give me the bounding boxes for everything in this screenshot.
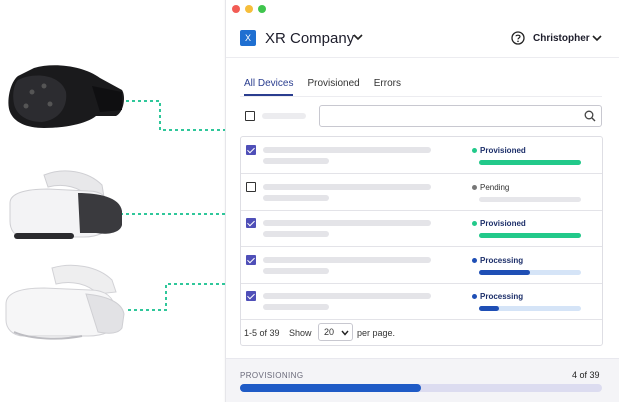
provisioning-label: PROVISIONING: [240, 371, 304, 380]
provisioning-count: 4 of 39: [572, 370, 600, 380]
device-tabs: All Devices Provisioned Errors: [244, 78, 415, 96]
status-label: Pending: [480, 183, 510, 192]
status-progress-track: [479, 306, 581, 311]
company-chevron-down-icon[interactable]: [353, 33, 363, 41]
row-checkbox[interactable]: [246, 255, 256, 265]
devices-table: Provisioned Pending Provisioned Processing P…: [240, 136, 603, 346]
status-label: Provisioned: [480, 219, 526, 228]
user-name[interactable]: Christopher: [533, 33, 590, 44]
brand-logo[interactable]: X: [240, 30, 256, 46]
app-header: X XR Company Christopher: [226, 22, 619, 58]
row-checkbox[interactable]: [246, 291, 256, 301]
tab-provisioned[interactable]: Provisioned: [307, 78, 359, 96]
window-controls: [232, 5, 266, 13]
status-progress-fill: [479, 306, 500, 311]
device-detail-placeholder: [263, 231, 329, 237]
vr-headset-white-image: [5, 264, 125, 340]
status-dot: [472, 258, 477, 263]
minimize-window-button[interactable]: [245, 5, 253, 13]
row-checkbox[interactable]: [246, 182, 256, 192]
pagination-range: 1-5 of 39: [244, 328, 280, 338]
status-label: Processing: [480, 256, 524, 265]
status-progress-fill: [479, 270, 530, 275]
device-detail-placeholder: [263, 268, 329, 274]
status-label: Provisioned: [480, 146, 526, 155]
tab-all-devices[interactable]: All Devices: [244, 78, 294, 96]
user-chevron-down-icon[interactable]: [592, 34, 602, 42]
device-detail-placeholder: [263, 304, 329, 310]
status-progress-track: [479, 233, 581, 238]
table-row[interactable]: Processing: [241, 283, 602, 320]
device-detail-placeholder: [263, 158, 329, 164]
select-all-label-placeholder: [262, 113, 306, 119]
status-dot: [472, 221, 477, 226]
company-name[interactable]: XR Company: [265, 30, 354, 47]
table-row[interactable]: Provisioned: [241, 137, 602, 174]
vr-headset-light-image: [9, 170, 122, 239]
status-dot: [472, 148, 477, 153]
device-name-placeholder: [263, 147, 431, 153]
per-page-suffix: per page.: [357, 328, 396, 338]
per-page-select[interactable]: 20: [318, 323, 353, 341]
table-row[interactable]: Provisioned: [241, 210, 602, 247]
search-input[interactable]: [319, 105, 602, 127]
per-page-chevron-down-icon: [341, 330, 349, 336]
row-checkbox[interactable]: [246, 218, 256, 228]
table-row[interactable]: Processing: [241, 247, 602, 284]
table-row[interactable]: Pending: [241, 174, 602, 211]
per-page-value: 20: [324, 327, 335, 337]
device-name-placeholder: [263, 293, 431, 299]
provisioning-progress-fill: [240, 384, 421, 392]
status-progress-fill: [479, 233, 581, 238]
show-label: Show: [289, 328, 312, 338]
close-window-button[interactable]: [232, 5, 240, 13]
device-name-placeholder: [263, 184, 431, 190]
device-detail-placeholder: [263, 195, 329, 201]
device-name-placeholder: [263, 220, 431, 226]
status-progress-track: [479, 270, 581, 275]
vr-headset-dark-image: [8, 65, 125, 128]
status-progress-track: [479, 197, 581, 202]
maximize-window-button[interactable]: [258, 5, 266, 13]
provisioning-panel: [226, 358, 619, 402]
status-dot: [472, 294, 477, 299]
status-label: Processing: [480, 292, 524, 301]
status-dot: [472, 185, 477, 190]
provisioning-progress-track: [240, 384, 602, 392]
status-progress-fill: [479, 160, 581, 165]
select-all-checkbox[interactable]: [245, 111, 255, 121]
tab-errors[interactable]: Errors: [374, 78, 401, 96]
device-name-placeholder: [263, 257, 431, 263]
search-icon[interactable]: [584, 110, 596, 122]
status-progress-track: [479, 160, 581, 165]
row-checkbox[interactable]: [246, 145, 256, 155]
tabs-divider: [240, 96, 602, 97]
app-window: X XR Company Christopher All Devices Pro…: [225, 0, 619, 402]
help-icon[interactable]: [511, 31, 525, 45]
